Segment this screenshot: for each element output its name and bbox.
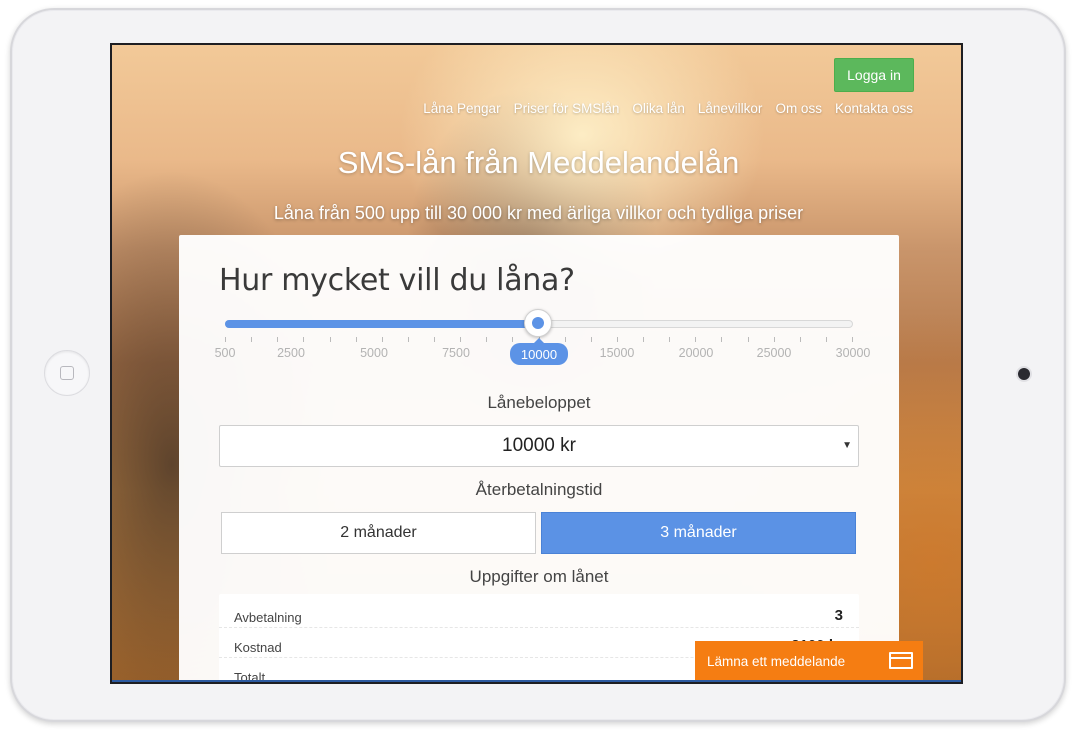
term-option-2-months[interactable]: 2 månader [221,512,536,554]
tick-label: 25000 [756,346,792,360]
nav-item-lanevillkor[interactable]: Lånevillkor [698,101,763,116]
slider-handle-dot [532,317,544,329]
caret-down-icon: ▼ [842,440,852,451]
slider-value-badge: 10000 [510,338,568,365]
screen: Logga in Låna Pengar Priser för SMSlån O… [110,43,963,684]
nav-item-kontakta-oss[interactable]: Kontakta oss [835,101,913,116]
nav-item-olika-lan[interactable]: Olika lån [632,101,685,116]
slider-tick [591,337,592,342]
details-key: Kostnad [234,640,282,655]
slider-tick [852,337,853,342]
tick-label: 5000 [360,346,388,360]
slider-tick [330,337,331,342]
tick-label: 7500 [442,346,470,360]
slider-tick [460,337,461,342]
nav-item-priser[interactable]: Priser för SMSlån [514,101,620,116]
leave-message-label: Lämna ett meddelande [707,654,846,669]
loan-calculator-panel: Hur mycket vill du låna? 500 2500 5000 7… [179,235,899,682]
slider-tick [356,337,357,342]
slider-tick [225,337,226,342]
slider-tick [721,337,722,342]
slider-tick [277,337,278,342]
slider-tick [486,337,487,342]
slider-tick [774,337,775,342]
amount-select-value: 10000 kr [502,435,576,456]
term-label: Återbetalningstid [475,480,603,499]
slider-tick [303,337,304,342]
slider-tick [434,337,435,342]
tick-label: 500 [214,346,236,360]
slider-tick [512,337,513,342]
tick-label: 15000 [599,346,635,360]
login-button[interactable]: Logga in [834,58,914,92]
slider-tick [408,337,409,342]
tick-label: 20000 [678,346,714,360]
amount-slider-handle[interactable] [524,309,552,337]
slider-tick [565,337,566,342]
amount-slider-fill [225,320,538,328]
slider-tick [251,337,252,342]
main-nav: Låna Pengar Priser för SMSlån Olika lån … [423,101,913,116]
slider-tick [643,337,644,342]
slider-tick [826,337,827,342]
message-window-icon [889,652,913,669]
term-option-3-months[interactable]: 3 månader [541,512,856,554]
details-key: Avbetalning [234,610,302,625]
camera-icon [1018,368,1030,380]
details-value: 3 [834,607,843,624]
hero-title: SMS-lån från Meddelandelån [337,145,740,180]
calculator-title: Hur mycket vill du låna? [219,263,575,298]
amount-select[interactable]: 10000 kr ▼ [219,425,859,467]
tick-label: 30000 [835,346,871,360]
tick-label: 2500 [277,346,305,360]
slider-tick [800,337,801,342]
slider-tick [748,337,749,342]
home-square-icon [60,366,74,380]
slider-tick [382,337,383,342]
slider-tick [669,337,670,342]
amount-label: Lånebeloppet [487,393,591,412]
slider-tick [617,337,618,342]
screen-bottom-bar [112,680,961,682]
home-button[interactable] [44,350,90,396]
slider-tick [695,337,696,342]
leave-message-button[interactable]: Lämna ett meddelande [695,641,923,681]
nav-item-om-oss[interactable]: Om oss [775,101,822,116]
details-label: Uppgifter om lånet [469,567,609,586]
nav-item-lana-pengar[interactable]: Låna Pengar [423,101,500,116]
details-row: Avbetalning 3 [219,598,859,628]
hero-subtitle: Låna från 500 upp till 30 000 kr med ärl… [273,203,804,223]
